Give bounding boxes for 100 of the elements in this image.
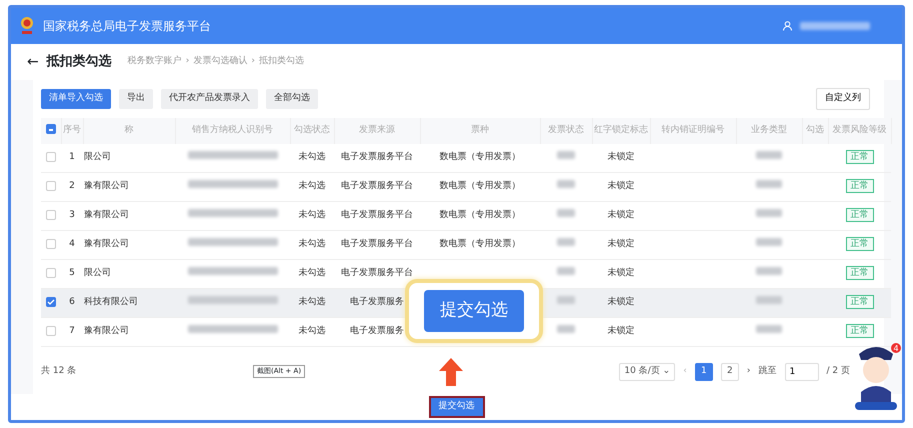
table-cell: 限公司 <box>84 152 111 162</box>
page-button[interactable]: 1 <box>694 363 713 381</box>
user-icon[interactable] <box>783 21 792 31</box>
table-cell: 电子发票服务平台 <box>341 239 413 250</box>
column-header: 发票来源 <box>359 124 395 135</box>
table-cell: 未勾选 <box>298 239 326 250</box>
emblem-icon <box>19 16 35 36</box>
blurred-text <box>557 296 575 304</box>
table-cell: 限公司 <box>84 268 111 278</box>
total-count: 共 12 条 <box>41 365 76 378</box>
customize-columns-button[interactable]: 自定义列 <box>816 88 870 110</box>
blurred-text <box>756 325 782 334</box>
risk-level-tag: 正常 <box>846 179 874 194</box>
submit-selection-button[interactable]: 提交勾选 <box>428 396 484 418</box>
table-cell: 数电票（专用发票） <box>440 210 520 220</box>
table-cell: 数电票（专用发票） <box>440 239 520 250</box>
table-cell: 1 <box>69 152 75 162</box>
jump-label: 跳至 <box>758 365 777 378</box>
risk-level-tag: 正常 <box>846 266 874 280</box>
row-checkbox[interactable] <box>46 326 56 336</box>
column-header: 业务类型 <box>751 124 787 135</box>
risk-level-tag: 正常 <box>846 295 874 310</box>
page-jump-field[interactable]: 1 <box>784 363 819 381</box>
table-cell: 未锁定 <box>608 239 634 250</box>
table-cell: 3 <box>69 210 75 220</box>
blurred-text <box>557 238 575 246</box>
page-count: / 2 页 <box>826 365 850 378</box>
row-checkbox[interactable] <box>46 296 56 307</box>
table-cell: 豫有限公司 <box>84 181 129 192</box>
submit-selection-button[interactable]: 提交勾选 <box>424 290 524 332</box>
blurred-user-name <box>800 22 870 30</box>
toolbar-button[interactable]: 全部勾选 <box>266 89 318 108</box>
table-cell: 未锁定 <box>608 297 634 308</box>
select-all-checkbox[interactable] <box>46 124 56 134</box>
column-header: 勾选 <box>806 124 824 135</box>
column-header: 序号 <box>63 124 81 135</box>
table-cell: 电子发票服务平台 <box>341 181 413 192</box>
back-button[interactable]: ← <box>27 52 39 72</box>
blurred-text <box>756 209 782 218</box>
table-cell: 2 <box>69 181 75 192</box>
app-title: 国家税务总局电子发票服务平台 <box>43 18 211 35</box>
table-cell: 电子发票服务平台 <box>341 268 413 278</box>
table-cell: 电子发票服务平台 <box>341 210 413 220</box>
risk-level-tag: 正常 <box>846 150 874 164</box>
risk-level-tag: 正常 <box>846 324 874 338</box>
table-cell: 7 <box>69 326 75 336</box>
table-cell: 5 <box>69 268 75 278</box>
table-cell: 豫有限公司 <box>84 326 129 336</box>
toolbar-button[interactable]: 导出 <box>119 89 153 108</box>
row-checkbox[interactable] <box>46 238 56 249</box>
column-header: 发票风险等级 <box>832 124 886 135</box>
table-cell: 未锁定 <box>608 326 634 336</box>
table-cell: 数电票（专用发票） <box>440 181 520 192</box>
table-cell: 未锁定 <box>608 268 634 278</box>
table-cell: 未勾选 <box>298 152 326 162</box>
table-cell: 6 <box>69 297 75 308</box>
table-cell: 未锁定 <box>608 152 634 162</box>
page-size-select[interactable]: 10 条/页 ⌄ <box>619 363 676 381</box>
table-cell: 未锁定 <box>608 181 634 192</box>
row-checkbox[interactable] <box>46 152 56 162</box>
page-title: 抵扣类勾选 <box>46 53 112 72</box>
table-cell: 未勾选 <box>298 268 326 278</box>
blurred-text <box>557 180 575 188</box>
blurred-text <box>756 296 782 304</box>
blurred-text <box>756 238 782 246</box>
column-header: 发票状态 <box>548 124 584 135</box>
breadcrumb-separator: › <box>186 55 190 68</box>
table-cell: 未勾选 <box>298 297 326 308</box>
blurred-text <box>557 267 575 276</box>
blurred-text <box>756 151 782 159</box>
table-cell: 未勾选 <box>298 181 326 192</box>
table-cell: 电子发票服务 <box>350 297 404 308</box>
column-header: 勾选状态 <box>294 124 330 135</box>
toolbar-button[interactable]: 代开农产品发票录入 <box>161 89 258 108</box>
row-checkbox[interactable] <box>46 268 56 278</box>
blurred-text <box>756 267 782 276</box>
table-cell: 未勾选 <box>298 210 326 220</box>
column-header: 称 <box>124 124 134 135</box>
risk-level-tag: 正常 <box>846 237 874 252</box>
next-page-button[interactable]: › <box>746 365 751 379</box>
blurred-text <box>756 180 782 188</box>
risk-level-tag: 正常 <box>846 208 874 222</box>
column-header: 票种 <box>471 124 489 135</box>
row-checkbox[interactable] <box>46 180 56 191</box>
table-cell: 豫有限公司 <box>84 239 129 250</box>
blurred-text <box>557 209 575 218</box>
table-cell: 豫有限公司 <box>84 210 129 220</box>
table-cell: 科技有限公司 <box>84 297 138 308</box>
column-header: 转内销证明编号 <box>662 124 724 135</box>
table-cell: 未锁定 <box>608 210 634 220</box>
page-button[interactable]: 2 <box>720 363 739 381</box>
toolbar-button[interactable]: 清单导入勾选 <box>41 89 111 108</box>
breadcrumb-separator: › <box>251 55 255 68</box>
blurred-text <box>557 325 575 334</box>
blurred-text <box>557 151 575 159</box>
table-cell: 电子发票服务平台 <box>341 152 413 162</box>
table-cell: 4 <box>69 239 75 250</box>
up-arrow-icon <box>439 358 463 386</box>
table-cell: 电子发票服务 <box>350 326 404 336</box>
row-checkbox[interactable] <box>46 210 56 220</box>
